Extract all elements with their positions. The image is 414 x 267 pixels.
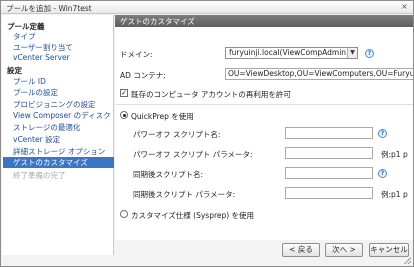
ad-container-field[interactable]: OU=ViewDesktop,OU=ViewComputers,OU=Furyu… [225,68,413,80]
guest-customization-panel: ゲストのカスタマイズ ドメイン: furyuinji.local(ViewCom… [115,15,413,240]
sidebar-item-guest-customization[interactable]: ゲストのカスタマイズ [3,157,114,168]
add-pool-window: プールを追加 - Win7test × プール定義 タイプ ユーザー割り当て v… [0,0,414,267]
power-off-script-name-input[interactable] [285,127,373,139]
divider [115,104,413,105]
cancel-button[interactable]: キャンセル [369,243,409,257]
back-button[interactable]: < 戻る [282,243,320,257]
post-sync-script-help-icon[interactable]: ? [378,169,387,178]
next-button[interactable]: 次へ > [325,243,363,257]
window-title: プールを追加 - Win7test [6,4,92,13]
sidebar-item-vcenter-settings[interactable]: vCenter 設定 [13,134,60,145]
ad-container-value: OU=ViewDesktop,OU=ViewComputers,OU=Furyu… [228,69,413,78]
wizard-footer: < 戻る 次へ > キャンセル [115,240,413,266]
power-off-script-params-input[interactable] [285,147,373,159]
chevron-down-icon[interactable]: ▼ [347,48,357,58]
ad-container-label: AD コンテナ: [120,71,166,80]
power-off-params-example: 例:p1 p [381,150,408,159]
sidebar-item-pool-id[interactable]: プール ID [13,76,46,87]
sidebar-item-advanced-storage[interactable]: 詳細ストレージ オプション [13,146,105,157]
power-off-script-help-icon[interactable]: ? [378,129,387,138]
sidebar-item-pool-settings[interactable]: プールの設定 [13,87,58,98]
power-off-script-name-label: パワーオフ スクリプト名: [133,130,221,139]
sidebar-item-view-composer-disks[interactable]: View Composer のディスク [13,110,111,121]
panel-header: ゲストのカスタマイズ [115,15,413,27]
power-off-script-params-label: パワーオフ スクリプト パラメータ: [133,150,253,159]
post-sync-script-name-input[interactable] [285,167,373,179]
wizard-sidebar: プール定義 タイプ ユーザー割り当て vCenter Server 設定 プール… [2,15,114,255]
reuse-account-checkbox[interactable]: ✓ [120,89,128,97]
title-bar: プールを追加 - Win7test × [1,1,413,14]
domain-label: ドメイン: [120,50,153,59]
sidebar-item-provisioning-settings[interactable]: プロビジョニングの設定 [13,99,96,110]
domain-select[interactable]: furyuinji.local(ViewCompAdmin) ▼ [225,47,358,59]
sidebar-item-ready-to-complete: 終了準備の完了 [13,171,66,180]
reuse-account-label: 既存のコンピュータ アカウントの再利用を許可 [131,90,291,99]
sysprep-radio[interactable] [120,210,128,218]
post-sync-script-name-label: 同期後スクリプト名: [133,170,204,179]
sidebar-item-vcenter-server[interactable]: vCenter Server [13,53,70,62]
resize-grip-icon[interactable] [404,257,411,264]
quickprep-label: QuickPrep を使用 [131,112,194,121]
sidebar-item-user-assignment[interactable]: ユーザー割り当て [13,42,73,53]
domain-select-value: furyuinji.local(ViewCompAdmin) [229,48,349,57]
sidebar-item-type[interactable]: タイプ [13,31,36,42]
panel-title: ゲストのカスタマイズ [120,17,195,26]
quickprep-radio[interactable] [120,111,128,119]
post-sync-script-params-label: 同期後スクリプト パラメータ: [133,190,236,199]
sysprep-label: カスタマイズ仕様 (Sysprep) を使用 [131,211,255,220]
domain-help-icon[interactable]: ? [365,49,374,58]
post-sync-script-params-input[interactable] [285,187,373,199]
close-icon[interactable]: × [400,3,409,12]
sidebar-item-storage-optimization[interactable]: ストレージの最適化 [13,122,80,133]
post-sync-params-example: 例:p1 p [381,190,408,199]
sidebar-section-settings: 設定 [7,66,22,75]
